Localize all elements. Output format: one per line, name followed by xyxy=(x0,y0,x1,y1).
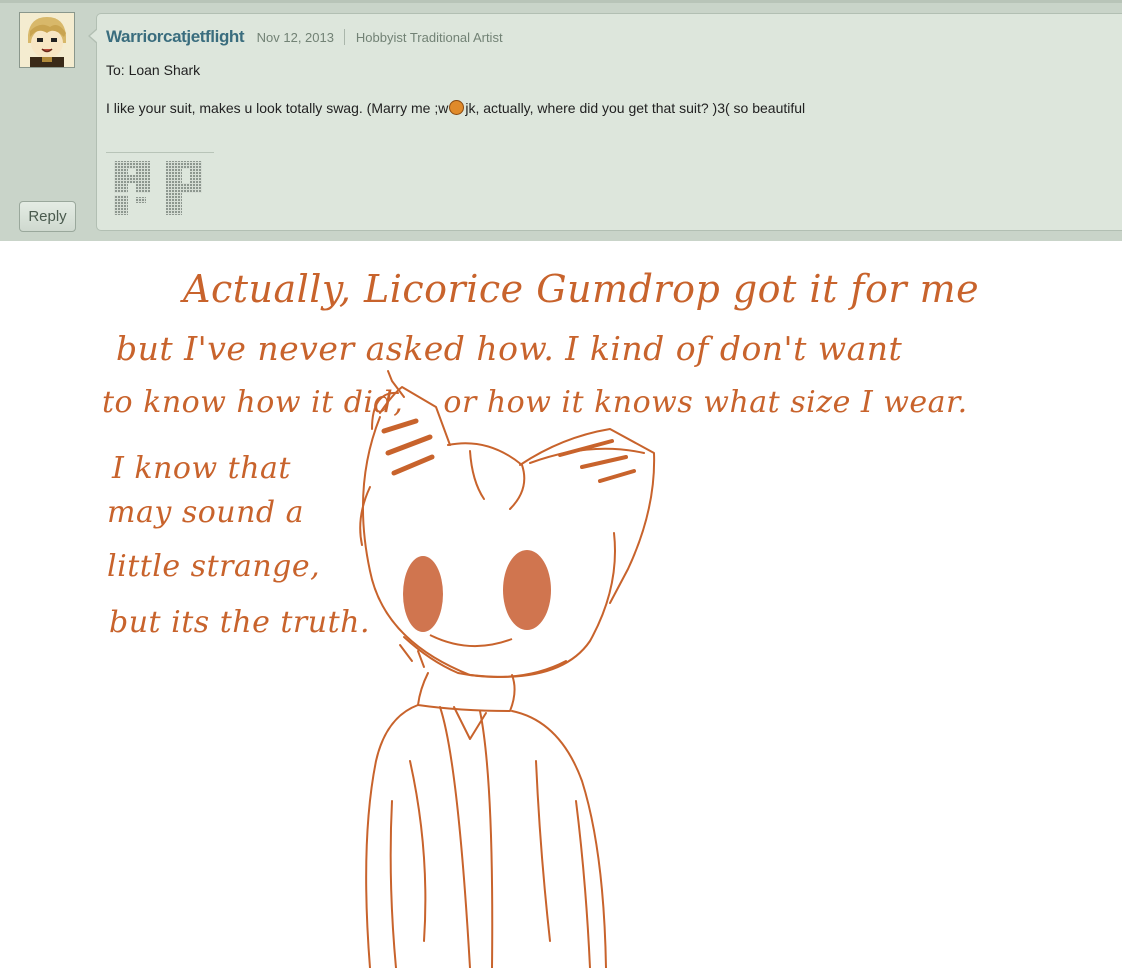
comment-body-part-2: jk, actually, where did you get that sui… xyxy=(465,100,806,116)
deviant-type: Hobbyist Traditional Artist xyxy=(355,30,503,45)
rp-signature-graphic: RP xyxy=(106,157,214,221)
cat-character-sketch xyxy=(359,370,656,968)
user-avatar[interactable] xyxy=(19,12,75,68)
comment-date[interactable]: Nov 12, 2013 xyxy=(257,30,334,45)
reply-button[interactable]: Reply xyxy=(19,201,76,232)
comment-bubble: Warriorcatjetflight Nov 12, 2013 Hobbyis… xyxy=(88,13,1122,231)
comment-body-part-1: I like your suit, makes u look totally s… xyxy=(106,100,449,116)
comment-meta: Warriorcatjetflight Nov 12, 2013 Hobbyis… xyxy=(106,27,503,47)
artwork-panel: Actually, Licorice Gumdrop got it for me… xyxy=(0,241,1122,968)
signature-image: RP xyxy=(106,152,214,223)
comment-body: I like your suit, makes u look totally s… xyxy=(106,100,805,116)
orange-smiley-emote-icon xyxy=(449,100,465,115)
username-link[interactable]: Warriorcatjetflight xyxy=(106,27,245,46)
comment-panel: Reply Warriorcatjetflight Nov 12, 2013 H… xyxy=(0,0,1122,241)
avatar-image xyxy=(20,13,74,67)
meta-divider xyxy=(344,29,346,45)
comment-recipient: To: Loan Shark xyxy=(106,62,201,78)
